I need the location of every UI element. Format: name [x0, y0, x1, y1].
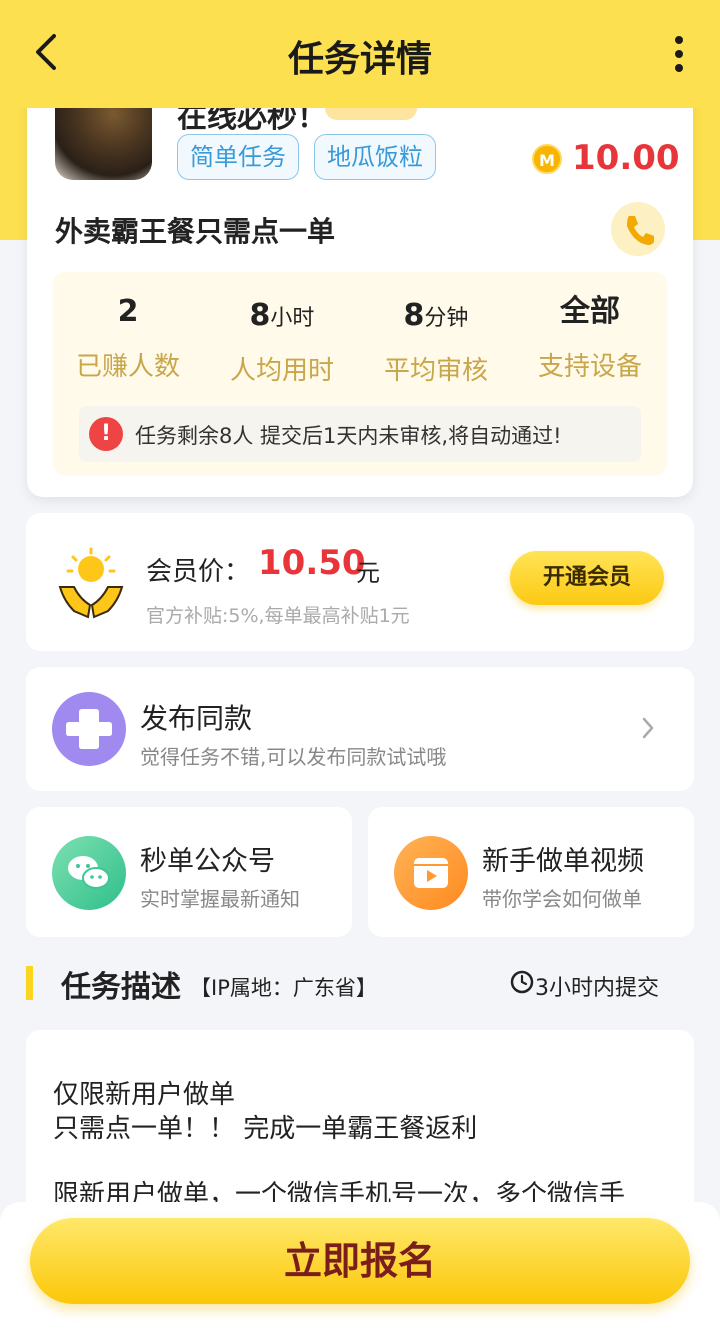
subsidy-text: 官方补贴:5%,每单最高补贴1元: [146, 605, 410, 627]
wechat-icon: [52, 836, 126, 910]
deadline-text: 3小时内提交: [535, 976, 659, 1001]
warning-icon: !: [89, 417, 123, 451]
task-name: 外卖霸王餐只需点一单: [55, 215, 336, 248]
description-heading: 任务描述: [61, 970, 181, 1005]
publish-title: 发布同款: [140, 702, 253, 735]
remaining-notice: ! 任务剩余8人 提交后1天内未审核,将自动通过!: [79, 406, 641, 462]
video-subtitle: 带你学会如何做单: [482, 887, 642, 911]
publish-same-row[interactable]: 发布同款 觉得任务不错,可以发布同款试试哦: [26, 667, 694, 791]
coin-icon: M: [532, 144, 562, 174]
task-info-card: 在线必秒！ 简单任务 地瓜饭粒 M 10.00 外卖霸王餐只需点一单 2 已赚人…: [27, 70, 693, 497]
section-marker: [26, 966, 33, 1000]
member-price-unit: 元: [356, 559, 380, 587]
more-options-icon[interactable]: [674, 36, 684, 72]
description-line: 只需点一单！！ 完成一单霸王餐返利: [53, 1114, 478, 1144]
member-price-label: 会员价：: [146, 557, 251, 587]
tutorial-video-card[interactable]: 新手做单视频 带你学会如何做单: [368, 807, 694, 937]
member-price: 10.50: [258, 543, 366, 583]
ip-location: 【IP属地：广东省】: [190, 976, 377, 1000]
phone-button[interactable]: [611, 202, 665, 256]
plus-icon: [52, 692, 126, 766]
video-title: 新手做单视频: [482, 846, 644, 877]
signup-button[interactable]: 立即报名: [30, 1218, 690, 1304]
wechat-subtitle: 实时掌握最新通知: [140, 887, 300, 911]
bottom-bar: 立即报名: [0, 1202, 720, 1329]
stat-avg-time: 8小时 人均用时: [229, 298, 334, 386]
publish-subtitle: 觉得任务不错,可以发布同款试试哦: [140, 745, 447, 769]
video-icon: [394, 836, 468, 910]
open-membership-button[interactable]: 开通会员: [510, 551, 664, 605]
notice-text: 任务剩余8人 提交后1天内未审核,将自动通过!: [135, 424, 562, 448]
page-title: 任务详情: [287, 39, 432, 80]
phone-icon: [627, 216, 654, 245]
hands-sun-icon: [58, 547, 124, 619]
description-line: 仅限新用户做单: [53, 1080, 236, 1110]
task-stats-panel: 2 已赚人数 8小时 人均用时 8分钟 平均审核 全部 支持设备 ! 任务剩余8…: [53, 272, 667, 476]
tag-simple-task: 简单任务: [177, 134, 299, 180]
stat-review-time: 8分钟 平均审核: [383, 298, 488, 386]
wechat-account-card[interactable]: 秒单公众号 实时掌握最新通知: [26, 807, 352, 937]
stat-devices: 全部 支持设备: [537, 294, 642, 382]
stat-earned: 2 已赚人数: [75, 294, 180, 382]
clock-icon: [510, 970, 534, 994]
chevron-right-icon: [642, 717, 654, 739]
member-price-card: 会员价： 10.50 元 官方补贴:5%,每单最高补贴1元 开通会员: [26, 513, 694, 651]
navigation-bar: 任务详情: [0, 0, 720, 108]
task-reward: 10.00: [572, 138, 680, 178]
tag-platform: 地瓜饭粒: [314, 134, 436, 180]
wechat-title: 秒单公众号: [140, 846, 275, 877]
description-header: 任务描述 【IP属地：广东省】 3小时内提交: [26, 962, 694, 1006]
